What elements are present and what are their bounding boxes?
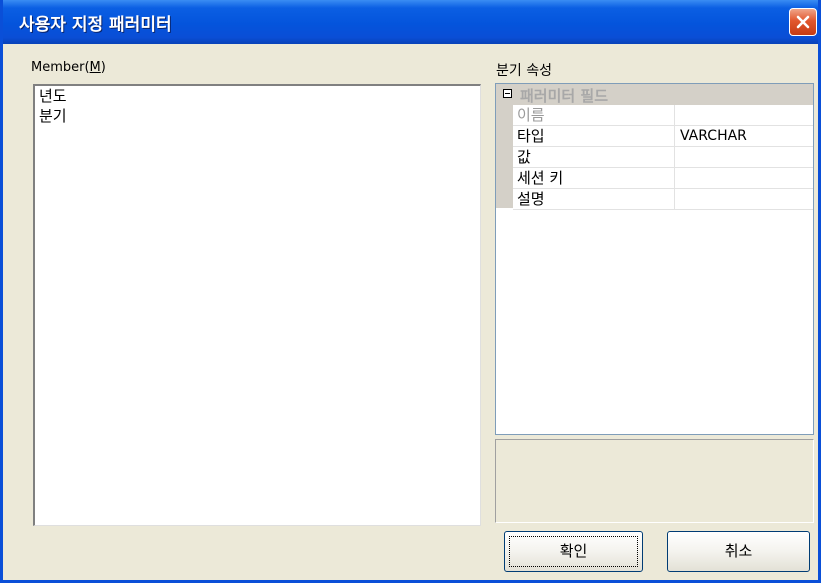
member-label-text: Member( xyxy=(31,60,90,75)
member-listbox[interactable]: 년도 분기 xyxy=(33,84,481,526)
property-value[interactable] xyxy=(674,147,813,167)
close-button[interactable] xyxy=(789,8,817,36)
title-bar[interactable]: 사용자 지정 패러미터 xyxy=(3,0,818,44)
member-label: Member(M) xyxy=(31,60,106,75)
ok-button[interactable]: 확인 xyxy=(504,531,643,572)
property-name: 값 xyxy=(517,148,531,166)
list-item[interactable]: 분기 xyxy=(35,106,480,126)
list-item[interactable]: 년도 xyxy=(35,86,480,106)
category-row[interactable]: 패러미터 필드 xyxy=(496,84,813,105)
property-name: 타입 xyxy=(517,127,545,145)
description-panel xyxy=(495,439,814,523)
property-value[interactable] xyxy=(674,189,813,209)
property-value[interactable] xyxy=(674,105,813,125)
member-label-mnemonic: M xyxy=(89,60,101,75)
close-icon xyxy=(796,15,810,29)
property-name: 세션 키 xyxy=(517,169,564,187)
property-row[interactable]: 이름 xyxy=(513,105,813,126)
grid-gutter xyxy=(496,105,513,208)
property-row[interactable]: 타입 VARCHAR xyxy=(513,126,813,147)
cancel-button[interactable]: 취소 xyxy=(667,531,810,572)
property-name: 이름 xyxy=(517,106,545,124)
properties-label: 분기 속성 xyxy=(496,63,552,79)
window-title: 사용자 지정 패러미터 xyxy=(19,15,172,35)
property-value[interactable]: VARCHAR xyxy=(674,126,813,146)
property-name: 설명 xyxy=(517,190,545,208)
property-row[interactable]: 값 xyxy=(513,147,813,168)
property-row[interactable]: 설명 xyxy=(513,189,813,210)
property-grid[interactable]: 패러미터 필드 이름 타입 VARCHAR 값 세션 키 설명 xyxy=(495,83,814,435)
dialog-window: 사용자 지정 패러미터 Member(M) 년도 분기 분기 속성 패러미터 필… xyxy=(0,0,821,583)
member-label-close: ) xyxy=(100,60,106,75)
property-value[interactable] xyxy=(674,168,813,188)
minus-box-icon[interactable] xyxy=(503,89,512,98)
category-label: 패러미터 필드 xyxy=(520,87,609,105)
property-row[interactable]: 세션 키 xyxy=(513,168,813,189)
